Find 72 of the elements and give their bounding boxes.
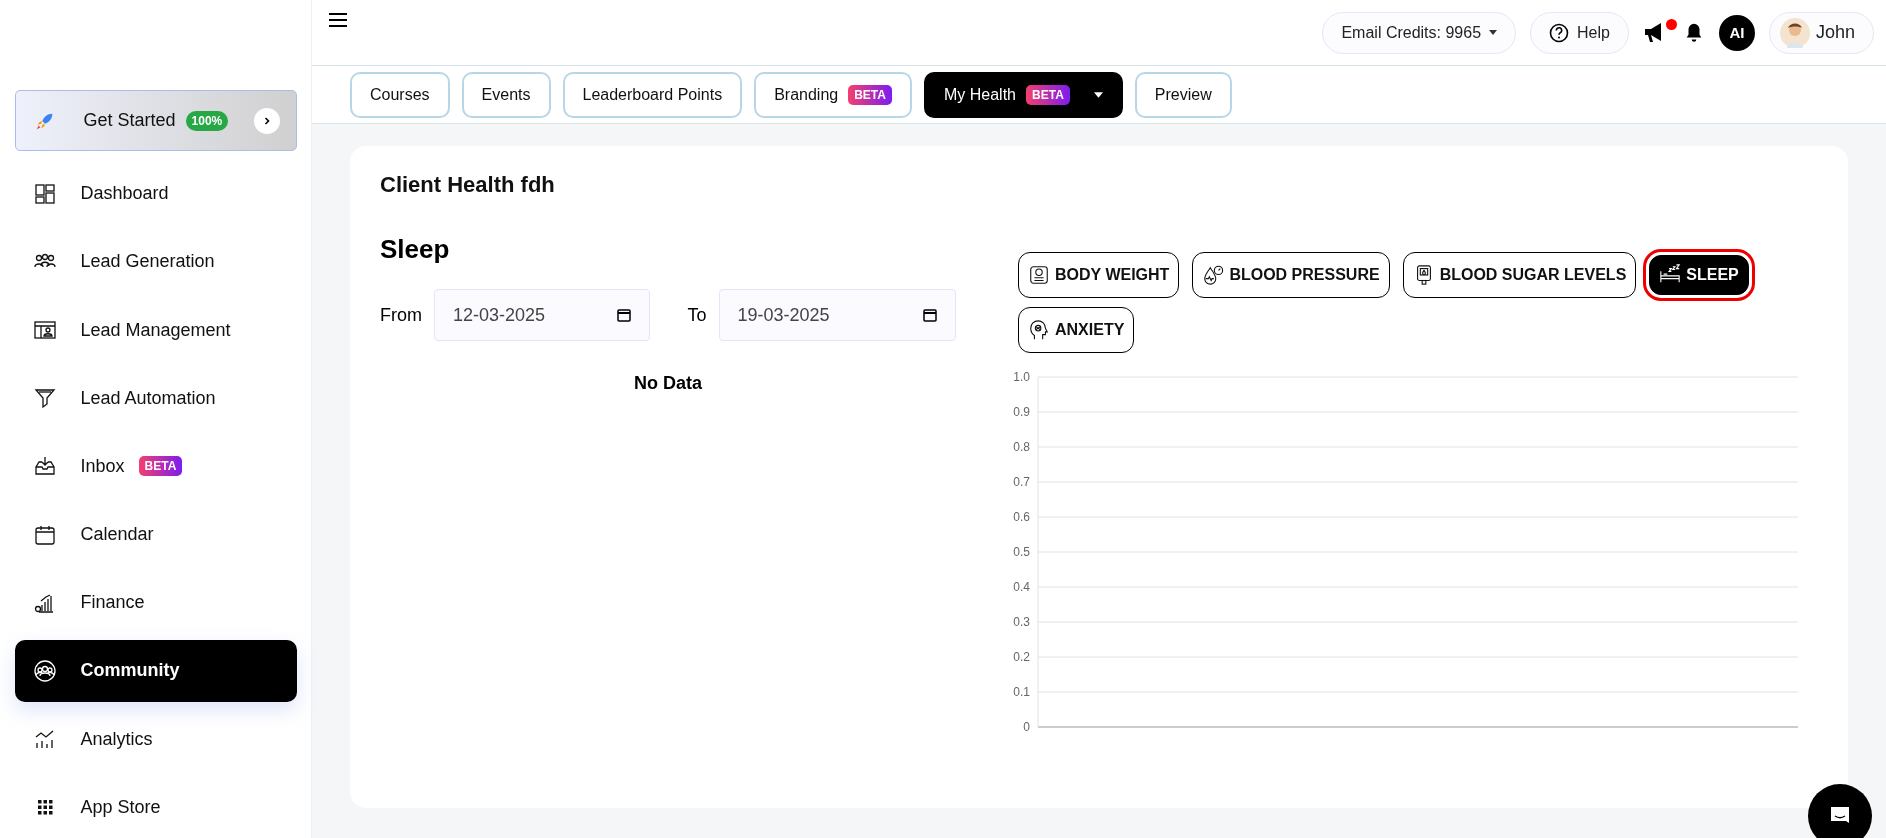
sidebar-item[interactable]: App Store: [14, 776, 297, 838]
sidebar-item[interactable]: Dashboard: [14, 163, 297, 225]
y-tick-label: 1.0: [1013, 370, 1030, 384]
y-tick-label: 0.5: [1013, 545, 1030, 559]
head-icon: [1028, 319, 1050, 341]
sidebar-label: Lead Generation: [80, 251, 215, 273]
from-label: From: [380, 304, 422, 326]
help-icon: [1549, 22, 1570, 43]
avatar-icon: [1779, 17, 1810, 48]
beta-badge: BETA: [138, 456, 183, 477]
calendar-icon[interactable]: [923, 308, 937, 322]
metric-button[interactable]: BLOOD SUGAR LEVELS: [1402, 252, 1637, 298]
get-started-label: Get Started: [83, 110, 176, 132]
section-title: Sleep: [380, 234, 451, 265]
tab[interactable]: Preview: [1134, 71, 1232, 118]
sidebar-label: Lead Management: [80, 319, 231, 341]
y-tick-label: 0.3: [1013, 615, 1030, 629]
beta-badge: BETA: [848, 84, 892, 105]
to-label: To: [687, 304, 707, 326]
community-icon: [32, 659, 57, 683]
caret-icon[interactable]: [1093, 91, 1103, 98]
sidebar-label: Calendar: [80, 524, 154, 546]
date-field[interactable]: 19-03-2025: [718, 289, 956, 341]
sidebar-label: Dashboard: [80, 183, 169, 205]
menu-icon[interactable]: [328, 11, 348, 28]
tab[interactable]: Branding BETA: [754, 71, 912, 118]
sidebar-label: Lead Automation: [80, 387, 216, 409]
sidebar-label: Inbox: [80, 455, 125, 477]
user-menu[interactable]: John: [1768, 11, 1874, 54]
sidebar-item[interactable]: Finance: [14, 572, 297, 634]
sidebar-item[interactable]: Lead Automation: [14, 367, 297, 429]
metric-button[interactable]: ANXIETY: [1018, 307, 1135, 353]
y-tick-label: 0: [1023, 720, 1030, 734]
y-tick-label: 0.6: [1013, 510, 1030, 524]
y-tick-label: 0.4: [1013, 580, 1030, 594]
tab[interactable]: My Health BETA: [924, 71, 1123, 118]
get-started-card[interactable]: Get Started 100%: [14, 90, 297, 152]
tab[interactable]: Courses: [350, 71, 450, 118]
caret-icon: [1489, 30, 1498, 35]
funnel-icon: [32, 386, 57, 411]
help-button[interactable]: Help: [1530, 11, 1629, 54]
sidebar-label: Finance: [80, 592, 145, 614]
empty-message: No Data: [633, 373, 703, 394]
y-tick-label: 0.8: [1013, 440, 1030, 454]
y-tick-label: 0.1: [1013, 685, 1030, 699]
metric-button[interactable]: BLOOD PRESSURE: [1192, 252, 1390, 298]
scale-icon: [1028, 264, 1050, 286]
date-field[interactable]: 12-03-2025: [434, 289, 650, 341]
email-credits-dropdown[interactable]: Email Credits: 9965: [1322, 11, 1517, 54]
y-tick-label: 0.2: [1013, 650, 1030, 664]
progress-badge: 100%: [185, 110, 229, 131]
card-title: Client Health fdh: [380, 172, 556, 198]
ai-avatar[interactable]: AI: [1718, 14, 1755, 51]
tab[interactable]: Leaderboard Points: [562, 71, 743, 118]
chat-button[interactable]: [1808, 784, 1872, 838]
dashboard-icon: [32, 181, 57, 206]
beta-badge: BETA: [1026, 84, 1070, 105]
sidebar-label: Analytics: [80, 728, 153, 750]
pressure-icon: [1202, 264, 1225, 286]
sidebar-item[interactable]: Calendar: [14, 504, 297, 566]
sidebar-item[interactable]: Community: [14, 640, 297, 702]
metric-button[interactable]: BODY WEIGHT: [1018, 252, 1180, 298]
sidebar-label: App Store: [80, 796, 161, 818]
calendar-icon[interactable]: [616, 308, 631, 322]
sidebar-item[interactable]: Lead Management: [14, 299, 297, 361]
sidebar-label: Community: [80, 660, 180, 682]
sidebar-item[interactable]: Lead Generation: [14, 231, 297, 293]
sidebar-item[interactable]: Analytics: [14, 708, 297, 770]
y-tick-label: 0.9: [1013, 405, 1030, 419]
sidebar-item[interactable]: Inbox BETA: [14, 435, 297, 498]
tab[interactable]: Events: [461, 71, 551, 118]
y-tick-label: 0.7: [1013, 475, 1030, 489]
